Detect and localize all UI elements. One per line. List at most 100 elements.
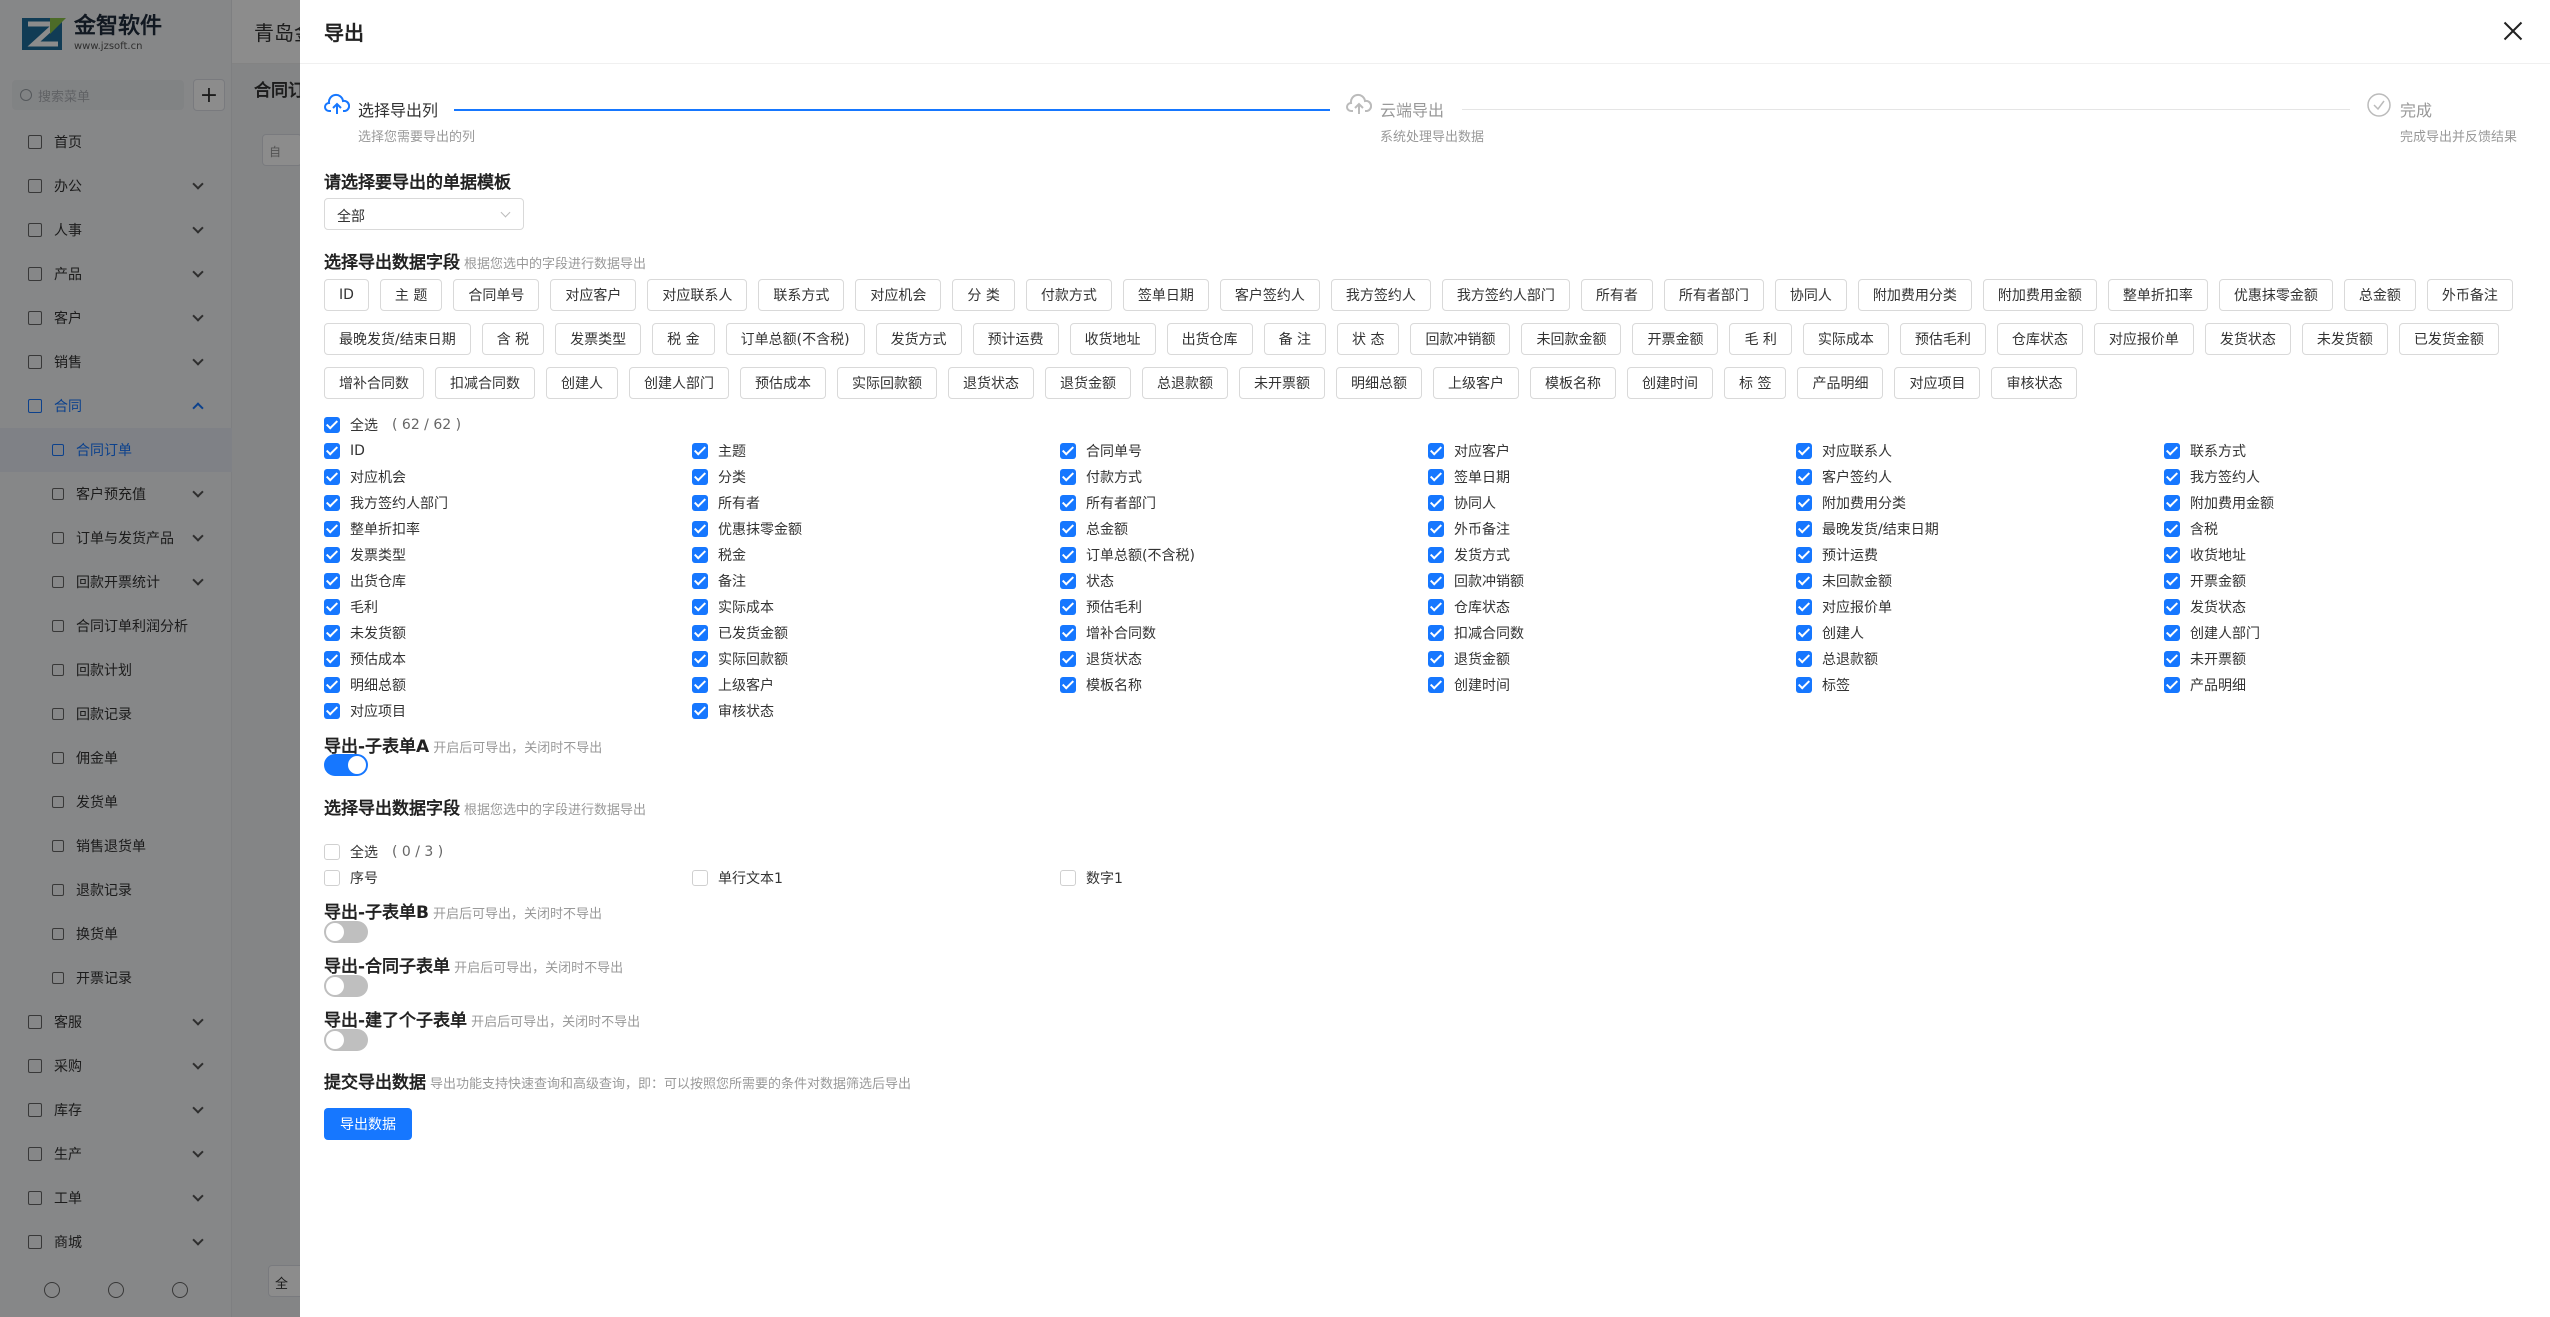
field-checkbox[interactable]: 分类 [692, 464, 1060, 490]
field-checkbox[interactable]: 签单日期 [1428, 464, 1796, 490]
field-checkbox[interactable]: 对应机会 [324, 464, 692, 490]
field-tag[interactable]: 标 签 [1724, 367, 1787, 399]
field-checkbox[interactable]: 总退款额 [1796, 646, 2164, 672]
field-tag[interactable]: 扣减合同数 [435, 367, 535, 399]
field-checkbox[interactable]: 主题 [692, 438, 1060, 464]
field-checkbox[interactable]: 创建人 [1796, 620, 2164, 646]
field-checkbox[interactable]: 发货状态 [2164, 594, 2532, 620]
field-checkbox[interactable]: 上级客户 [692, 672, 1060, 698]
field-tag[interactable]: 出货仓库 [1166, 323, 1253, 355]
field-tag[interactable]: 总退款额 [1142, 367, 1228, 399]
field-tag[interactable]: 优惠抹零金额 [2218, 279, 2333, 311]
field-checkbox[interactable]: 增补合同数 [1060, 620, 1428, 646]
field-checkbox[interactable]: 总金额 [1060, 516, 1428, 542]
field-checkbox[interactable]: 整单折扣率 [324, 516, 692, 542]
field-checkbox[interactable]: 联系方式 [2164, 438, 2532, 464]
field-tag[interactable]: 增补合同数 [324, 367, 424, 399]
field-checkbox[interactable]: 对应报价单 [1796, 594, 2164, 620]
field-checkbox[interactable]: 扣减合同数 [1428, 620, 1796, 646]
field-checkbox[interactable]: 未发货额 [324, 620, 692, 646]
field-checkbox[interactable]: 付款方式 [1060, 464, 1428, 490]
field-checkbox[interactable]: 审核状态 [692, 698, 1060, 724]
field-tag[interactable]: 付款方式 [1025, 279, 1112, 311]
field-checkbox[interactable]: 所有者 [692, 490, 1060, 516]
field-checkbox[interactable]: 开票金额 [2164, 568, 2532, 594]
field-checkbox[interactable]: 实际成本 [692, 594, 1060, 620]
field-tag[interactable]: 主 题 [379, 279, 443, 311]
field-checkbox[interactable]: 附加费用金额 [2164, 490, 2532, 516]
field-checkbox[interactable]: 数字1 [1060, 865, 1428, 891]
field-tag[interactable]: 仓库状态 [1996, 323, 2083, 355]
field-checkbox[interactable]: 模板名称 [1060, 672, 1428, 698]
field-tag[interactable]: 附加费用分类 [1857, 279, 1972, 311]
field-tag[interactable]: 模板名称 [1530, 367, 1616, 399]
field-tag[interactable]: 开票金额 [1632, 323, 1719, 355]
field-checkbox[interactable]: 我方签约人部门 [324, 490, 692, 516]
field-tag[interactable]: 实际成本 [1802, 323, 1889, 355]
close-icon[interactable] [2500, 18, 2526, 44]
field-checkbox[interactable]: 预估成本 [324, 646, 692, 672]
field-tag[interactable]: 审核状态 [1991, 367, 2078, 399]
field-tag[interactable]: 发货方式 [875, 323, 962, 355]
field-checkbox[interactable]: 优惠抹零金额 [692, 516, 1060, 542]
field-checkbox[interactable]: 实际回款额 [692, 646, 1060, 672]
field-checkbox[interactable]: 对应客户 [1428, 438, 1796, 464]
subform-a-toggle[interactable] [324, 754, 368, 776]
field-checkbox[interactable]: 发票类型 [324, 542, 692, 568]
field-checkbox[interactable]: 对应联系人 [1796, 438, 2164, 464]
subform-d-toggle[interactable] [324, 1029, 368, 1051]
field-checkbox[interactable]: 对应项目 [324, 698, 692, 724]
field-checkbox[interactable]: 发货方式 [1428, 542, 1796, 568]
field-tag[interactable]: 客户签约人 [1219, 279, 1320, 311]
field-tag[interactable]: 未开票额 [1239, 367, 1325, 399]
field-tag[interactable]: 对应机会 [855, 279, 942, 311]
field-tag[interactable]: 未回款金额 [1521, 323, 1622, 355]
field-checkbox[interactable]: 创建时间 [1428, 672, 1796, 698]
field-checkbox[interactable]: 回款冲销额 [1428, 568, 1796, 594]
field-checkbox[interactable]: 备注 [692, 568, 1060, 594]
field-tag[interactable]: 所有者部门 [1663, 279, 1764, 311]
field-tag[interactable]: 退货金额 [1045, 367, 1131, 399]
field-tag[interactable]: 外币备注 [2426, 279, 2513, 311]
field-checkbox[interactable]: 附加费用分类 [1796, 490, 2164, 516]
subform-c-toggle[interactable] [324, 975, 368, 997]
field-tag[interactable]: 对应项目 [1894, 367, 1981, 399]
field-tag[interactable]: 发票类型 [555, 323, 642, 355]
field-tag[interactable]: 附加费用金额 [1982, 279, 2097, 311]
field-checkbox[interactable]: 毛利 [324, 594, 692, 620]
field-tag[interactable]: 整单折扣率 [2107, 279, 2208, 311]
field-checkbox[interactable]: 标签 [1796, 672, 2164, 698]
field-checkbox[interactable]: 税金 [692, 542, 1060, 568]
field-tag[interactable]: 我方签约人部门 [1441, 279, 1570, 311]
field-tag[interactable]: 状 态 [1337, 323, 1400, 355]
field-tag[interactable]: 协同人 [1774, 279, 1847, 311]
field-tag[interactable]: 对应报价单 [2093, 323, 2194, 355]
field-checkbox[interactable]: 合同单号 [1060, 438, 1428, 464]
field-tag[interactable]: 创建人 [546, 367, 618, 399]
field-checkbox[interactable]: 所有者部门 [1060, 490, 1428, 516]
field-checkbox[interactable]: 已发货金额 [692, 620, 1060, 646]
field-checkbox[interactable]: 客户签约人 [1796, 464, 2164, 490]
field-checkbox[interactable]: 预估毛利 [1060, 594, 1428, 620]
field-tag[interactable]: 签单日期 [1122, 279, 1209, 311]
field-tag[interactable]: 联系方式 [758, 279, 845, 311]
field-checkbox[interactable]: 未回款金额 [1796, 568, 2164, 594]
field-tag[interactable]: 收货地址 [1069, 323, 1156, 355]
field-tag[interactable]: 税 金 [652, 323, 715, 355]
field-tag[interactable]: 备 注 [1263, 323, 1327, 355]
field-checkbox[interactable]: 创建人部门 [2164, 620, 2532, 646]
field-checkbox[interactable]: 预计运费 [1796, 542, 2164, 568]
subform-b-toggle[interactable] [324, 921, 368, 943]
field-checkbox[interactable]: 协同人 [1428, 490, 1796, 516]
field-tag[interactable]: 订单总额(不含税) [725, 323, 865, 355]
field-checkbox[interactable]: ID [324, 438, 692, 464]
field-tag[interactable]: 未发货额 [2301, 323, 2388, 355]
field-tag[interactable]: 所有者 [1580, 279, 1653, 311]
field-tag[interactable]: 产品明细 [1797, 367, 1884, 399]
field-tag[interactable]: 明细总额 [1336, 367, 1422, 399]
field-tag[interactable]: 对应客户 [550, 279, 637, 311]
field-checkbox[interactable]: 订单总额(不含税) [1060, 542, 1428, 568]
field-tag[interactable]: 实际回款额 [837, 367, 937, 399]
field-checkbox[interactable]: 未开票额 [2164, 646, 2532, 672]
field-checkbox[interactable]: 退货金额 [1428, 646, 1796, 672]
